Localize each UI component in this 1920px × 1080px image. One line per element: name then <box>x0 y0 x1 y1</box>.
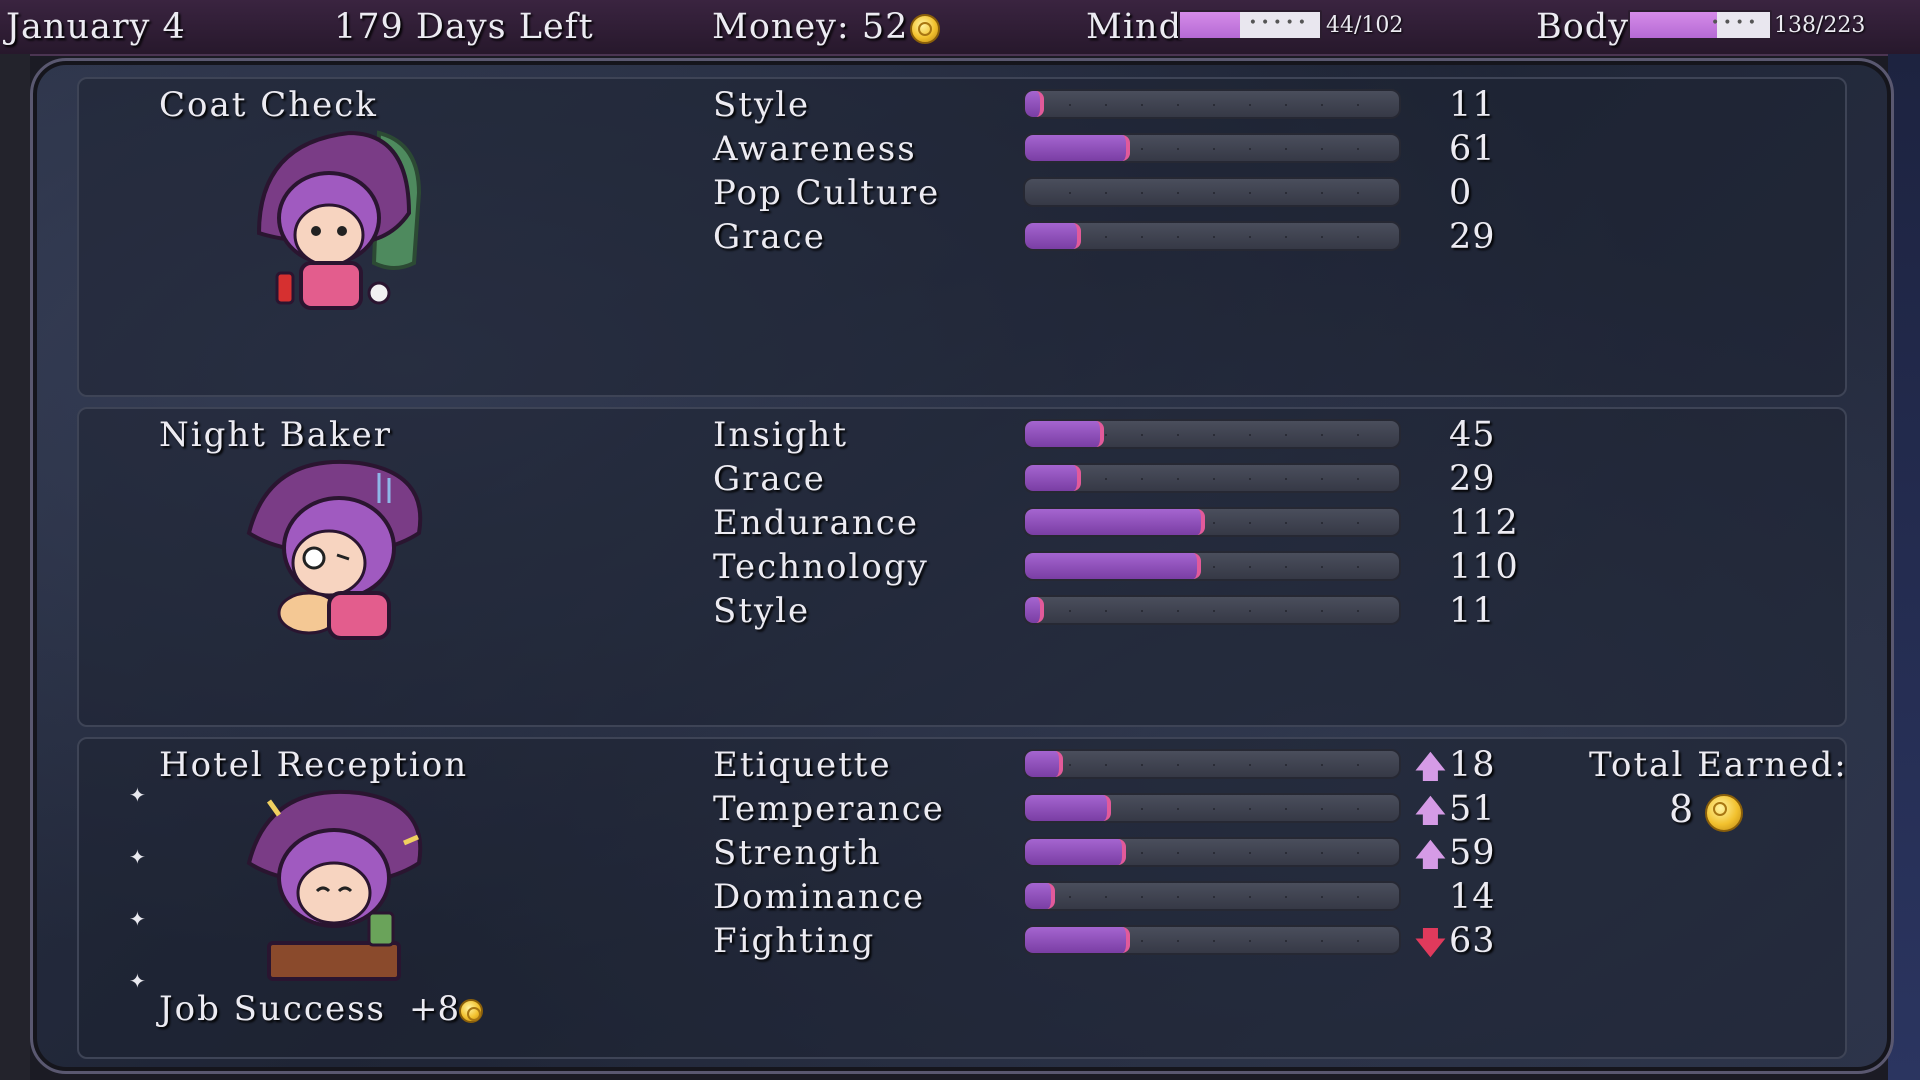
stat-name: Awareness <box>713 129 917 169</box>
stat-value: 18 <box>1449 745 1496 785</box>
stat-value: 29 <box>1449 459 1496 499</box>
sparkle-icon: ✦ <box>129 783 146 807</box>
stat-value: 61 <box>1449 129 1496 169</box>
stat-bar <box>1023 221 1401 251</box>
sparkle-icon: ✦ <box>129 845 146 869</box>
stat-bar-fill <box>1025 597 1044 623</box>
money-label: Money: 52 <box>712 7 941 47</box>
stat-bar <box>1023 133 1401 163</box>
mind-value: 44/102 <box>1326 13 1404 38</box>
stat-value: 59 <box>1449 833 1496 873</box>
stat-bar <box>1023 177 1401 207</box>
job-results-board: Coat Check Style 11 Awareness 61 Pop Cul… <box>30 58 1894 1074</box>
stat-value: 11 <box>1449 591 1496 631</box>
status-bar: January 4 179 Days Left Money: 52 Mind •… <box>0 0 1920 56</box>
stat-bar-fill <box>1025 883 1056 909</box>
stat-bar <box>1023 551 1401 581</box>
coin-icon <box>910 13 941 44</box>
stat-value: 11 <box>1449 85 1496 125</box>
stat-name: Temperance <box>713 789 945 829</box>
stat-value: 29 <box>1449 217 1496 257</box>
stat-value: 51 <box>1449 789 1496 829</box>
job-title: Coat Check <box>159 85 378 125</box>
stat-bar <box>1023 749 1401 779</box>
stat-name: Style <box>713 591 811 631</box>
stat-name: Endurance <box>713 503 919 543</box>
stat-value: 110 <box>1449 547 1519 587</box>
date-label: January 4 <box>6 7 186 47</box>
total-earned-amount: 8 <box>1669 787 1694 831</box>
money-text: Money: 52 <box>712 7 909 47</box>
total-earned-label: Total Earned: <box>1589 745 1848 785</box>
days-left-label: 179 Days Left <box>334 7 594 47</box>
body-label: Body <box>1536 7 1629 47</box>
sparkle-icon: ✦ <box>129 969 146 993</box>
stat-bar-fill <box>1025 223 1082 249</box>
job-panel-hotel-reception[interactable]: Hotel Reception ✦ ✦ ✦ ✦ Etiquette 🡅 18 T… <box>77 737 1847 1059</box>
stat-bar <box>1023 89 1401 119</box>
stat-decrease-arrow-icon: 🡇 <box>1415 926 1446 961</box>
stat-bar <box>1023 925 1401 955</box>
witch-holding-coat-icon <box>256 130 422 310</box>
stat-name: Insight <box>713 415 848 455</box>
stat-bar <box>1023 463 1401 493</box>
coin-icon <box>1705 793 1744 832</box>
stat-name: Fighting <box>713 921 876 961</box>
stat-bar-fill <box>1025 421 1104 447</box>
job-title: Hotel Reception <box>159 745 469 785</box>
job-success-label: Job Success <box>159 989 386 1029</box>
stat-bar-fill <box>1025 751 1063 777</box>
job-title: Night Baker <box>159 415 392 455</box>
sparkle-icon: ✦ <box>129 907 146 931</box>
job-panel-coat-check[interactable]: Coat Check Style 11 Awareness 61 Pop Cul… <box>77 77 1847 397</box>
stat-value: 45 <box>1449 415 1496 455</box>
stat-name: Technology <box>713 547 929 587</box>
stat-value: 63 <box>1449 921 1496 961</box>
stat-bar-fill <box>1025 91 1044 117</box>
stat-name: Etiquette <box>713 745 892 785</box>
stat-name: Dominance <box>713 877 926 917</box>
stat-increase-arrow-icon: 🡅 <box>1415 838 1446 873</box>
stat-bar-fill <box>1025 553 1202 579</box>
body-meter-fill <box>1630 12 1717 38</box>
stat-value: 0 <box>1449 173 1473 213</box>
stat-name: Style <box>713 85 811 125</box>
job-panel-night-baker[interactable]: Night Baker Insight 45 Grace 29 Enduranc… <box>77 407 1847 727</box>
stat-bar <box>1023 837 1401 867</box>
stat-value: 14 <box>1449 877 1496 917</box>
stat-bar-fill <box>1025 509 1205 535</box>
stat-name: Strength <box>713 833 882 873</box>
witch-tired-baker-icon <box>246 459 423 640</box>
stat-bar-fill <box>1025 839 1127 865</box>
stat-bar-fill <box>1025 927 1130 953</box>
background-edge-left <box>0 54 30 1080</box>
stat-name: Pop Culture <box>713 173 941 213</box>
total-earned-value: 8 <box>1669 787 1744 832</box>
coin-icon <box>459 999 484 1023</box>
stat-bar-fill <box>1025 135 1130 161</box>
mind-label: Mind <box>1086 7 1182 47</box>
stat-bar <box>1023 793 1401 823</box>
body-value: 138/223 <box>1774 13 1866 38</box>
job-success-value: +8 <box>409 989 484 1029</box>
stat-name: Grace <box>713 217 826 257</box>
meter-dots: •••• <box>1710 15 1760 31</box>
stat-bar <box>1023 507 1401 537</box>
stat-bar <box>1023 881 1401 911</box>
body-meter: •••• <box>1628 10 1772 40</box>
mind-meter-fill <box>1180 12 1241 38</box>
stat-value: 112 <box>1449 503 1519 543</box>
stat-bar <box>1023 419 1401 449</box>
stat-bar-fill <box>1025 465 1082 491</box>
stat-name: Grace <box>713 459 826 499</box>
witch-receptionist-icon <box>246 789 423 981</box>
stat-bar-fill <box>1025 795 1112 821</box>
stat-bar <box>1023 595 1401 625</box>
meter-dots: ••••• <box>1248 15 1310 31</box>
mind-meter: ••••• <box>1178 10 1322 40</box>
job-success-amount: +8 <box>409 989 460 1029</box>
